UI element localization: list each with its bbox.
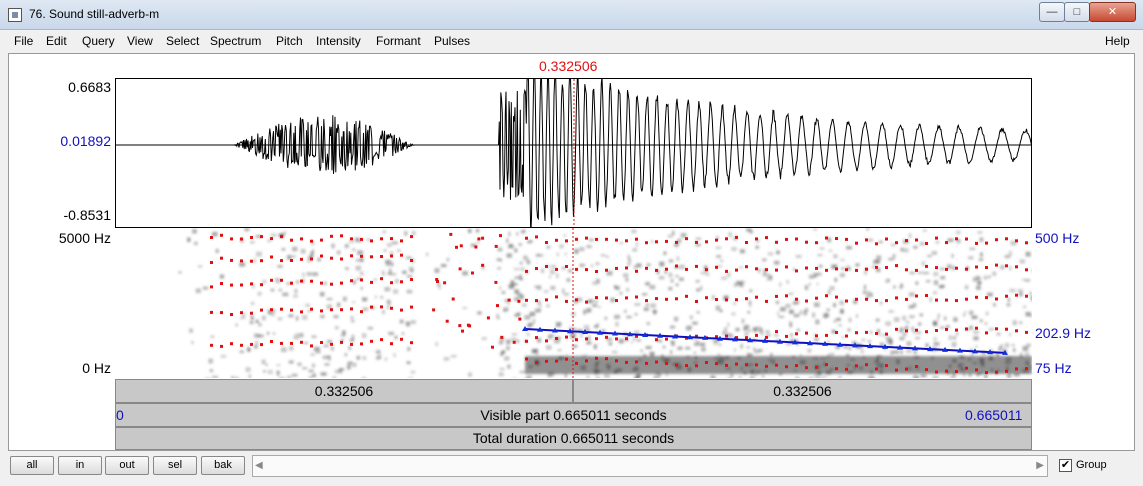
menu-formant[interactable]: Formant [376, 34, 421, 48]
scroll-left-arrow-icon[interactable]: ◀ [255, 460, 263, 471]
menu-pulses[interactable]: Pulses [434, 34, 470, 48]
waveform-min-label: -0.8531 [63, 207, 111, 223]
bottom-toolbar: all in out sel bak ◀ ▶ ✔ Group [0, 452, 1143, 486]
spectrogram-freq-top-label: 5000 Hz [58, 230, 111, 246]
spectrogram-energy [178, 228, 1032, 378]
pitch-bottom-label: 75 Hz [1035, 360, 1072, 376]
selection-right-bar[interactable]: 0.332506 [573, 379, 1032, 403]
visible-part-bar[interactable]: Visible part 0.665011 seconds [115, 403, 1032, 427]
menu-intensity[interactable]: Intensity [316, 34, 361, 48]
spectrogram-panel[interactable] [115, 228, 1032, 378]
window-title: 76. Sound still-adverb-m [29, 7, 160, 21]
zoom-in-button[interactable]: in [58, 456, 102, 475]
waveform-max-label: 0.6683 [68, 79, 111, 95]
maximize-button[interactable]: □ [1064, 2, 1090, 22]
spectrogram-plot [178, 228, 1032, 378]
total-duration-bar[interactable]: Total duration 0.665011 seconds [115, 427, 1032, 450]
group-label: Group [1076, 459, 1107, 471]
menu-file[interactable]: File [14, 34, 33, 48]
cursor-time-label: 0.332506 [539, 58, 598, 74]
zoom-back-button[interactable]: bak [201, 456, 245, 475]
formant-tracks [210, 232, 1028, 374]
waveform-trace [116, 79, 1031, 227]
scroll-right-arrow-icon[interactable]: ▶ [1036, 460, 1044, 471]
visible-start-label: 0 [116, 407, 124, 423]
pitch-current-label: 202.9 Hz [1035, 325, 1092, 341]
close-button[interactable]: ✕ [1089, 2, 1136, 22]
waveform-cursor-value-label: 0.01892 [60, 133, 111, 149]
app-icon [8, 8, 22, 22]
title-bar: 76. Sound still-adverb-m — □ ✕ [0, 0, 1143, 30]
waveform-panel[interactable] [115, 78, 1032, 228]
menu-query[interactable]: Query [82, 34, 115, 48]
minimize-button[interactable]: — [1039, 2, 1065, 22]
group-checkbox[interactable]: ✔ [1059, 459, 1072, 472]
zoom-sel-button[interactable]: sel [153, 456, 197, 475]
waveform-plot [116, 79, 1031, 227]
menu-spectrum[interactable]: Spectrum [210, 34, 261, 48]
visible-part-label: Visible part 0.665011 seconds [480, 407, 667, 423]
selection-left-bar[interactable]: 0.332506 [115, 379, 573, 403]
pitch-top-label: 500 Hz [1035, 230, 1080, 246]
time-scrollbar[interactable]: ◀ ▶ [252, 455, 1048, 477]
menu-edit[interactable]: Edit [46, 34, 67, 48]
menu-bar: File Edit Query View Select Spectrum Pit… [0, 31, 1143, 51]
spectrogram-freq-bottom-label: 0 Hz [82, 360, 111, 376]
menu-view[interactable]: View [127, 34, 153, 48]
menu-pitch[interactable]: Pitch [276, 34, 303, 48]
visible-end-label: 0.665011 [965, 407, 1023, 423]
menu-help[interactable]: Help [1105, 34, 1130, 48]
menu-select[interactable]: Select [166, 34, 199, 48]
zoom-out-button[interactable]: out [105, 456, 149, 475]
zoom-all-button[interactable]: all [10, 456, 54, 475]
